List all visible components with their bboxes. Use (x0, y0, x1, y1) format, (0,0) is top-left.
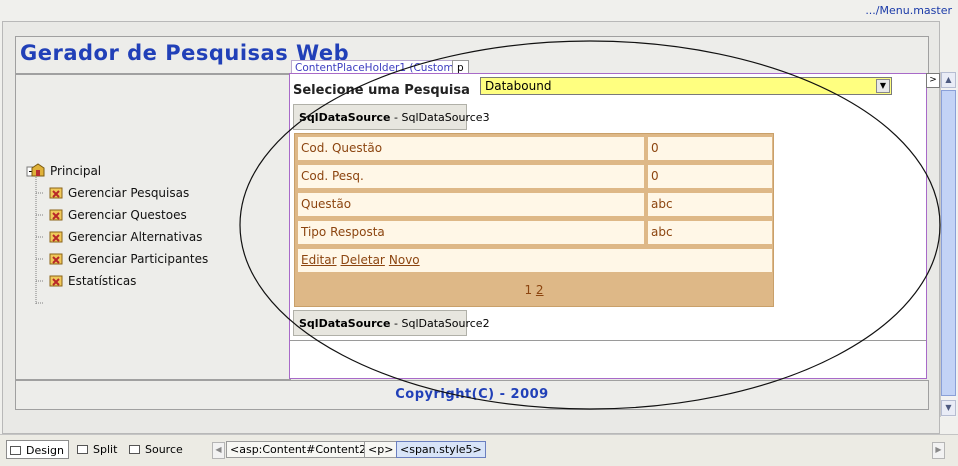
chevron-right-icon[interactable]: ▶ (932, 442, 945, 459)
field-value: abc (647, 220, 773, 245)
chevron-right-icon[interactable]: > (926, 73, 940, 88)
delete-link[interactable]: Deletar (341, 253, 385, 267)
footer-region: Copyright(C) - 2009 (15, 380, 929, 410)
navigation-column: Principal Gerenciar Pesquisas Gerenciar … (15, 74, 291, 380)
tab-source[interactable]: Source (126, 440, 187, 459)
folder-key-icon (48, 229, 64, 243)
scrollbar-thumb[interactable] (941, 90, 956, 396)
breadcrumb-content[interactable]: <asp:Content#Content2> (226, 441, 380, 458)
details-row: Questão abc (297, 192, 773, 217)
field-label: Cod. Questão (297, 136, 645, 161)
tree-node-gerenciar-alternativas[interactable]: Gerenciar Alternativas (48, 229, 202, 245)
split-view-icon (77, 445, 88, 454)
tree-node-label: Principal (50, 164, 102, 178)
sqldatasource2-control[interactable]: SqlDataSource - SqlDataSource2 (293, 310, 490, 336)
tree-node-estatisticas[interactable]: Estatísticas (48, 273, 136, 289)
tree-node-label: Gerenciar Pesquisas (68, 186, 190, 200)
master-page-link[interactable]: .../Menu.master (865, 4, 952, 17)
chevron-down-icon[interactable]: ▼ (876, 79, 890, 93)
pager-current-page: 1 (524, 283, 533, 297)
breadcrumb-p[interactable]: <p> (364, 441, 398, 458)
chevron-left-icon[interactable]: ◀ (212, 442, 225, 459)
tab-label: Source (145, 443, 183, 456)
tree-node-label: Gerenciar Questoes (68, 208, 187, 222)
field-value: 0 (647, 136, 773, 161)
tab-label: Split (93, 443, 118, 456)
folder-key-icon (48, 185, 64, 199)
designer-status-bar: Design Split Source ◀ <asp:Content#Conte… (0, 434, 958, 466)
select-survey-label: Selecione uma Pesquisa (293, 83, 470, 98)
edit-link[interactable]: Editar (301, 253, 337, 267)
field-value: abc (647, 192, 773, 217)
tree-node-gerenciar-questoes[interactable]: Gerenciar Questoes (48, 207, 187, 223)
tab-split[interactable]: Split (74, 440, 121, 459)
sqldatasource3-control[interactable]: SqlDataSource - SqlDataSource3 (293, 104, 490, 130)
folder-key-icon (48, 207, 64, 221)
survey-dropdown[interactable]: Databound ▼ (480, 77, 892, 95)
details-view[interactable]: Cod. Questão 0 Cod. Pesq. 0 Questão abc … (294, 133, 774, 307)
field-value: 0 (647, 164, 773, 189)
datasource-name: SqlDataSource3 (401, 111, 490, 124)
tab-design[interactable]: Design (6, 440, 69, 459)
header-region: Gerador de Pesquisas Web (15, 36, 929, 74)
source-view-icon (129, 445, 140, 454)
command-row: Editar Deletar Novo (297, 248, 773, 273)
pager-page-link[interactable]: 2 (536, 283, 544, 297)
pager-row: 1 2 (296, 274, 772, 306)
design-surface: Gerador de Pesquisas Web ContentPlaceHol… (2, 21, 940, 434)
tree-node-gerenciar-pesquisas[interactable]: Gerenciar Pesquisas (48, 185, 189, 201)
chevron-up-icon[interactable]: ▲ (941, 72, 956, 88)
folder-key-icon (30, 163, 46, 177)
chevron-down-icon[interactable]: ▼ (941, 400, 956, 416)
breadcrumb-span[interactable]: <span.style5> (396, 441, 486, 458)
dropdown-value: Databound (485, 79, 552, 93)
tree-node-label: Gerenciar Participantes (68, 252, 209, 266)
field-label: Tipo Resposta (297, 220, 645, 245)
design-view-icon (10, 446, 21, 455)
datasource-name: SqlDataSource2 (401, 317, 490, 330)
datasource-type: SqlDataSource (299, 317, 391, 330)
details-row: Tipo Resposta abc (297, 220, 773, 245)
field-label: Questão (297, 192, 645, 217)
content-divider (290, 340, 926, 341)
vertical-scrollbar[interactable]: ▲ ▼ (940, 72, 957, 417)
details-row: Cod. Pesq. 0 (297, 164, 773, 189)
new-link[interactable]: Novo (389, 253, 420, 267)
tree-node-principal[interactable]: Principal (30, 163, 101, 179)
tree-connector-lines (26, 166, 44, 305)
command-cell: Editar Deletar Novo (297, 248, 773, 273)
folder-key-icon (48, 251, 64, 265)
field-label: Cod. Pesq. (297, 164, 645, 189)
details-row: Cod. Questão 0 (297, 136, 773, 161)
content-placeholder-region[interactable]: Selecione uma Pesquisa Databound ▼ > Sql… (289, 73, 940, 379)
tree-node-gerenciar-participantes[interactable]: Gerenciar Participantes (48, 251, 208, 267)
tab-label: Design (26, 444, 64, 457)
copyright-text: Copyright(C) - 2009 (395, 387, 549, 402)
datasource-type: SqlDataSource (299, 111, 391, 124)
folder-key-icon (48, 273, 64, 287)
tree-node-label: Estatísticas (68, 274, 137, 288)
tree-node-label: Gerenciar Alternativas (68, 230, 203, 244)
